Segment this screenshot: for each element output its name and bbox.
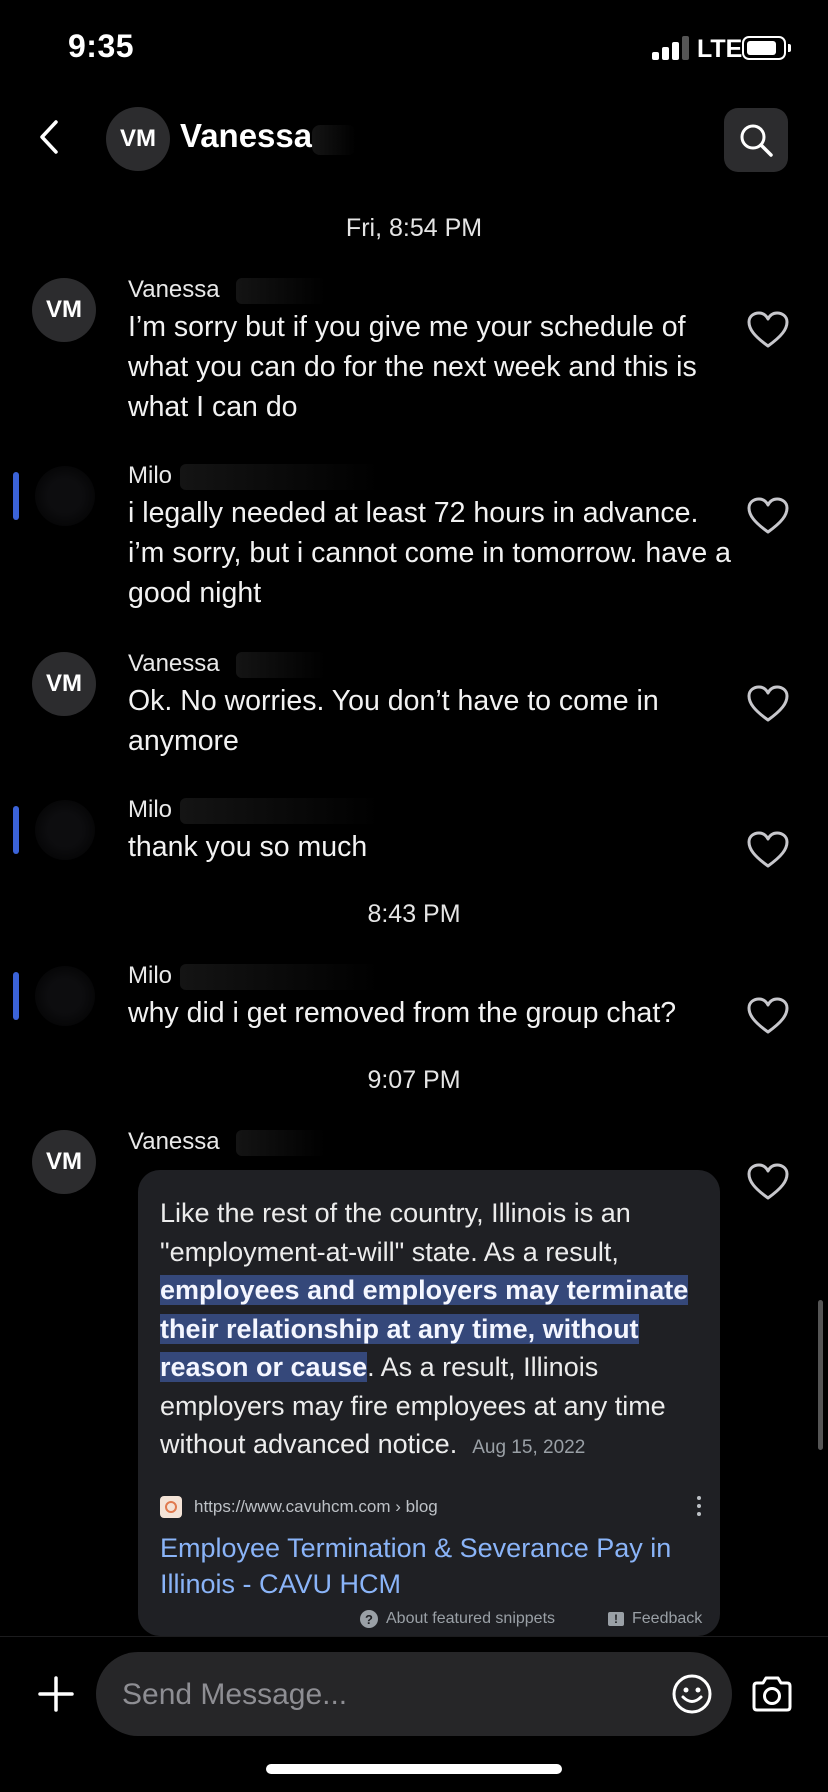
sender-avatar[interactable]: VM xyxy=(32,278,96,342)
like-button[interactable] xyxy=(746,496,790,536)
search-icon xyxy=(740,124,773,157)
timestamp: 9:07 PM xyxy=(367,1066,461,1094)
sender-name: Vanessa xyxy=(128,276,220,303)
heart-icon xyxy=(747,685,789,722)
message-input[interactable] xyxy=(120,1652,664,1738)
like-button[interactable] xyxy=(746,1162,790,1202)
home-indicator[interactable] xyxy=(266,1764,562,1774)
camera-button[interactable] xyxy=(750,1674,794,1714)
smiley-icon xyxy=(672,1674,712,1714)
snippet-source: https://www.cavuhcm.com › blog xyxy=(160,1495,438,1519)
message-text[interactable]: thank you so much xyxy=(128,827,738,867)
redacted-surname xyxy=(180,798,380,824)
sender-name: Milo xyxy=(128,962,173,989)
network-type: LTE xyxy=(697,35,743,63)
snippet-source-url: https://www.cavuhcm.com › blog xyxy=(194,1497,438,1516)
signal-strength-icon xyxy=(652,36,690,60)
unread-indicator xyxy=(13,972,19,1020)
plus-icon xyxy=(38,1676,74,1712)
like-button[interactable] xyxy=(746,830,790,870)
redacted-surname xyxy=(236,652,326,678)
shared-screenshot-snippet[interactable]: Like the rest of the country, Illinois i… xyxy=(138,1170,720,1636)
redacted-surname xyxy=(180,964,380,990)
battery-icon xyxy=(742,36,786,60)
timestamp: 8:43 PM xyxy=(367,900,461,928)
snippet-date: Aug 15, 2022 xyxy=(472,1437,586,1458)
message-text[interactable]: i legally needed at least 72 hours in ad… xyxy=(128,493,738,613)
like-button[interactable] xyxy=(746,996,790,1036)
sender-name: Milo xyxy=(128,796,173,823)
sender-name: Vanessa xyxy=(128,1128,220,1155)
status-time: 9:35 xyxy=(68,28,135,64)
more-vertical-icon xyxy=(696,1496,702,1516)
emoji-button[interactable] xyxy=(670,1672,714,1716)
heart-icon xyxy=(747,831,789,868)
heart-icon xyxy=(747,311,789,348)
feedback-label: Feedback xyxy=(632,1610,703,1627)
unread-indicator xyxy=(13,472,19,520)
search-button[interactable] xyxy=(724,108,788,172)
battery-tip xyxy=(788,44,791,52)
message-composer[interactable] xyxy=(96,1652,732,1738)
like-button[interactable] xyxy=(746,310,790,350)
message-text[interactable]: I’m sorry but if you give me your schedu… xyxy=(128,307,738,427)
snippet-text: Like the rest of the country, Illinois i… xyxy=(160,1194,704,1468)
message-text[interactable]: Ok. No worries. You don’t have to come i… xyxy=(128,681,738,761)
timestamp: Fri, 8:54 PM xyxy=(345,214,483,242)
snippet-text-before: Like the rest of the country, Illinois i… xyxy=(160,1198,631,1267)
add-attachment-button[interactable] xyxy=(34,1672,78,1716)
snippet-link-title: Employee Termination & Severance Pay in … xyxy=(160,1533,672,1599)
scrollbar[interactable] xyxy=(818,1300,823,1450)
sender-avatar[interactable]: VM xyxy=(32,652,96,716)
sender-avatar[interactable] xyxy=(35,800,95,860)
unread-indicator xyxy=(13,806,19,854)
sender-avatar[interactable] xyxy=(35,466,95,526)
heart-icon xyxy=(747,997,789,1034)
sender-name: Milo xyxy=(128,462,173,489)
contact-name[interactable]: Vanessa xyxy=(180,117,312,155)
contact-avatar[interactable]: VM xyxy=(106,107,170,171)
about-snippets: ? About featured snippets xyxy=(360,1610,555,1628)
redacted-surname xyxy=(236,1130,326,1156)
sender-name: Vanessa xyxy=(128,650,220,677)
composer-divider xyxy=(0,1636,828,1637)
feedback-icon: ! xyxy=(608,1612,624,1626)
sender-avatar[interactable]: VM xyxy=(32,1130,96,1194)
camera-icon xyxy=(752,1676,792,1712)
like-button[interactable] xyxy=(746,684,790,724)
site-favicon-icon xyxy=(160,1496,182,1518)
redacted-surname xyxy=(236,278,326,304)
chevron-left-icon xyxy=(40,120,58,154)
heart-icon xyxy=(747,1163,789,1200)
feedback: ! Feedback xyxy=(608,1610,702,1628)
redacted-surname xyxy=(312,125,356,155)
back-button[interactable] xyxy=(30,112,70,162)
about-label: About featured snippets xyxy=(386,1610,556,1627)
sender-avatar[interactable] xyxy=(35,966,95,1026)
message-text[interactable]: why did i get removed from the group cha… xyxy=(128,993,748,1033)
redacted-surname xyxy=(180,464,380,490)
heart-icon xyxy=(747,497,789,534)
help-icon: ? xyxy=(360,1610,378,1628)
